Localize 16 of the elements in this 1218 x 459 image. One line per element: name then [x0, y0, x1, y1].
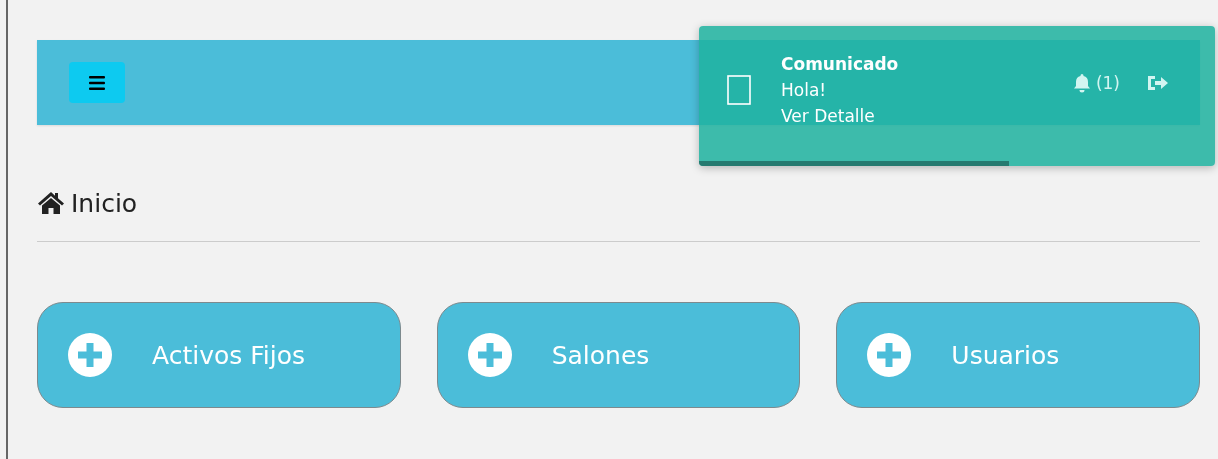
notification-count: (1) — [1095, 72, 1120, 93]
shortcut-button[interactable]: Activos Fijos — [37, 302, 401, 408]
shortcut-button[interactable]: Salones — [436, 302, 801, 408]
plus-circle-icon — [867, 333, 912, 377]
plus-circle-icon — [467, 333, 512, 377]
shortcut-button[interactable]: Usuarios — [836, 302, 1200, 408]
menu-icon — [89, 75, 105, 90]
toast-title: Comunicado — [781, 54, 899, 74]
plus-circle-icon — [68, 333, 112, 377]
home-icon — [37, 191, 65, 215]
menu-button[interactable] — [69, 62, 125, 103]
bell-icon[interactable] — [1071, 72, 1092, 93]
details-link[interactable]: Ver Detalle — [781, 106, 899, 126]
toast-message: Hola! — [781, 80, 828, 100]
page-title-text: Inicio — [71, 188, 138, 218]
document-icon — [727, 75, 751, 105]
